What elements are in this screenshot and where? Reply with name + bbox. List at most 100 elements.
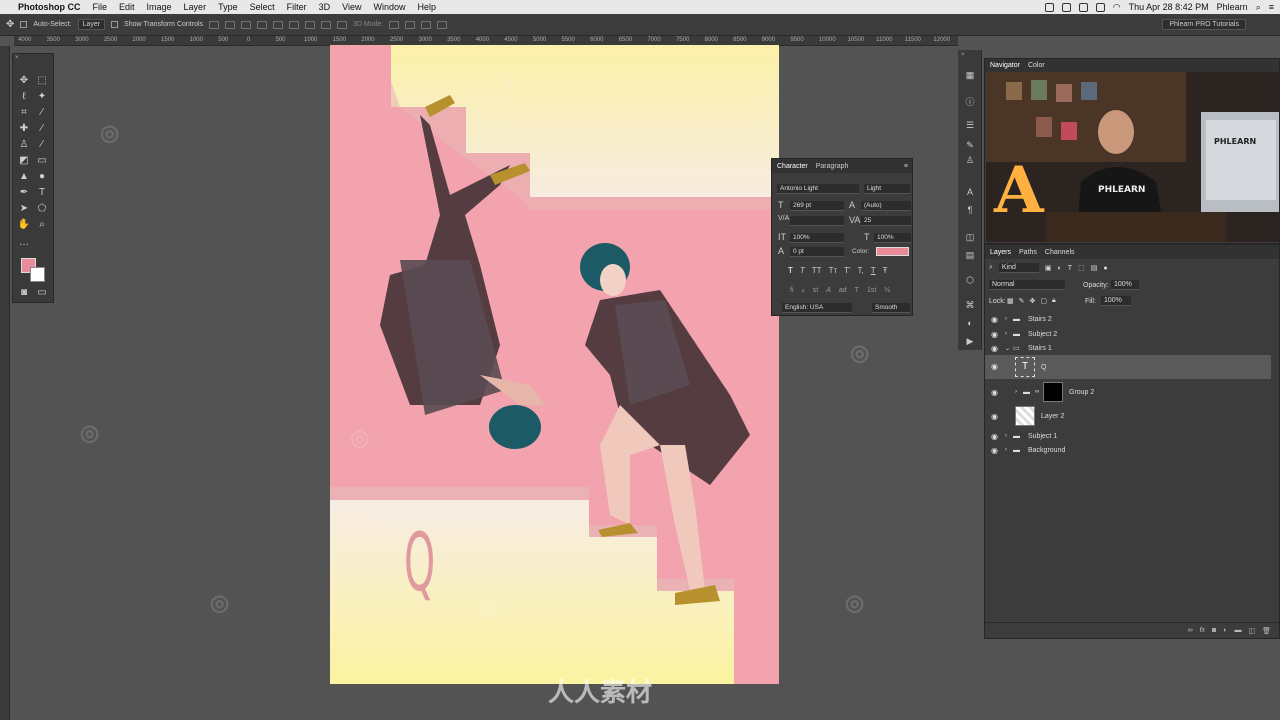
- visibility-eye-icon[interactable]: ◉: [991, 362, 1001, 371]
- distribute-icon[interactable]: [337, 20, 348, 29]
- close-icon[interactable]: ×: [15, 55, 19, 61]
- menu-layer[interactable]: Layer: [184, 2, 207, 12]
- menu-3d[interactable]: 3D: [319, 2, 331, 12]
- horizontal-scale-field[interactable]: 100%: [874, 233, 911, 243]
- stamp-tool-icon[interactable]: ♙: [17, 138, 31, 151]
- shape-tool-icon[interactable]: ⬠: [35, 202, 49, 215]
- tab-channels[interactable]: Channels: [1045, 249, 1075, 256]
- menu-select[interactable]: Select: [250, 2, 275, 12]
- healing-brush-icon[interactable]: ✚: [17, 122, 31, 135]
- layer-row[interactable]: ◉ › ▬ Subject 1: [985, 429, 1271, 443]
- lock-position-icon[interactable]: ✥: [1030, 297, 1036, 305]
- faux-bold-button[interactable]: T: [788, 266, 793, 275]
- mask-thumbnail[interactable]: [1043, 382, 1063, 402]
- adjustment-layer-icon[interactable]: ◐: [1223, 627, 1227, 634]
- tray-icon[interactable]: [1061, 2, 1071, 12]
- wifi-icon[interactable]: ◠: [1113, 2, 1121, 13]
- strikethrough-button[interactable]: Ŧ: [883, 266, 888, 275]
- distribute-icon[interactable]: [305, 20, 316, 29]
- align-middle-icon[interactable]: [225, 20, 236, 29]
- menu-help[interactable]: Help: [417, 2, 436, 12]
- all-caps-button[interactable]: TT: [812, 266, 822, 275]
- tab-paths[interactable]: Paths: [1019, 249, 1037, 256]
- layer-row[interactable]: ◉ › ▬ Background: [985, 443, 1271, 457]
- filter-shape-icon[interactable]: ⬚: [1078, 264, 1085, 272]
- 3d-pan-icon[interactable]: [421, 20, 432, 29]
- fractions-button[interactable]: ½: [884, 287, 890, 294]
- align-right-icon[interactable]: [289, 20, 300, 29]
- path-select-icon[interactable]: ➤: [17, 202, 31, 215]
- background-color-swatch[interactable]: [30, 267, 45, 282]
- actions-icon[interactable]: ▶: [963, 336, 977, 348]
- adjustments-icon[interactable]: ☰: [963, 120, 977, 132]
- delete-layer-icon[interactable]: 🗑︎: [1262, 627, 1271, 635]
- align-top-icon[interactable]: [209, 20, 220, 29]
- 3d-slide-icon[interactable]: [437, 20, 448, 29]
- tab-paragraph[interactable]: Paragraph: [816, 163, 849, 170]
- lasso-tool-icon[interactable]: ℓ: [17, 90, 31, 103]
- layers-panel-icon[interactable]: ◫: [963, 232, 977, 244]
- hand-tool-icon[interactable]: ✋: [17, 218, 31, 231]
- discretionary-ligatures-button[interactable]: st: [813, 287, 818, 294]
- show-transform-checkbox[interactable]: [111, 21, 119, 28]
- navigator-preview[interactable]: A PHLEARN PHLEARN: [986, 72, 1279, 242]
- filter-adjustment-icon[interactable]: ◐: [1058, 265, 1062, 272]
- ordinals-button[interactable]: 1st: [867, 287, 876, 294]
- paragraph-panel-icon[interactable]: ¶: [963, 205, 977, 217]
- layer-row[interactable]: ◉ Layer 2: [985, 405, 1271, 427]
- histogram-icon[interactable]: ▦: [963, 70, 977, 82]
- align-center-icon[interactable]: [273, 20, 284, 29]
- document-canvas[interactable]: Q ◎ ◎ ◎: [330, 45, 779, 684]
- tray-icon[interactable]: [1095, 2, 1105, 12]
- stylistic-alternates-button[interactable]: ad: [839, 287, 847, 294]
- tray-icon[interactable]: [1044, 2, 1054, 12]
- chevron-right-icon[interactable]: ›: [1005, 316, 1007, 322]
- visibility-eye-icon[interactable]: ◉: [991, 315, 1001, 324]
- superscript-button[interactable]: T': [844, 266, 850, 275]
- new-group-icon[interactable]: ▬: [1234, 627, 1241, 634]
- distribute-icon[interactable]: [321, 20, 332, 29]
- contextual-alternates-button[interactable]: ℴ: [802, 286, 805, 294]
- user-name[interactable]: Phlearn: [1217, 2, 1248, 12]
- list-icon[interactable]: ≡: [1269, 2, 1274, 12]
- chevron-right-icon[interactable]: ›: [1005, 433, 1007, 439]
- tab-character[interactable]: Character: [777, 163, 808, 170]
- workspace-dropdown[interactable]: Phlearn PRO Tutorials: [1162, 19, 1246, 30]
- filter-kind-dropdown[interactable]: Kind: [998, 263, 1039, 273]
- layer-row[interactable]: ◉ › ▬ Stairs 2: [985, 312, 1271, 326]
- lock-all-icon[interactable]: 🔒︎: [1052, 297, 1056, 305]
- ligatures-button[interactable]: fi: [790, 287, 794, 294]
- font-style-dropdown[interactable]: Light: [864, 184, 910, 194]
- magic-wand-icon[interactable]: ✦: [35, 90, 49, 103]
- blur-tool-icon[interactable]: ▲: [17, 170, 31, 183]
- font-family-dropdown[interactable]: Antonio Light: [777, 184, 859, 194]
- filter-type-icon[interactable]: T: [1068, 265, 1072, 272]
- visibility-eye-icon[interactable]: ◉: [991, 432, 1001, 441]
- clone-source-icon[interactable]: ♙: [963, 155, 977, 167]
- antialias-dropdown[interactable]: Smooth: [872, 303, 910, 313]
- filter-smart-icon[interactable]: ▤: [1091, 264, 1098, 272]
- chevron-right-icon[interactable]: ›: [1005, 331, 1007, 337]
- quick-mask-icon[interactable]: ◙: [17, 286, 31, 299]
- styles-icon[interactable]: ◐: [963, 318, 977, 330]
- link-layers-icon[interactable]: ∞: [1188, 627, 1193, 634]
- menu-window[interactable]: Window: [373, 2, 405, 12]
- lock-pixels-icon[interactable]: ✎: [1019, 297, 1025, 305]
- font-size-field[interactable]: 269 pt: [790, 201, 844, 211]
- visibility-eye-icon[interactable]: ◉: [991, 446, 1001, 455]
- visibility-eye-icon[interactable]: ◉: [991, 344, 1001, 353]
- visibility-eye-icon[interactable]: ◉: [991, 330, 1001, 339]
- align-left-icon[interactable]: [257, 20, 268, 29]
- visibility-eye-icon[interactable]: ◉: [991, 388, 1001, 397]
- menu-image[interactable]: Image: [147, 2, 172, 12]
- subscript-button[interactable]: T,: [858, 266, 864, 275]
- search-icon[interactable]: ⌕: [1256, 2, 1261, 13]
- layer-row[interactable]: ◉ ⌄ ▭ Stairs 1: [985, 341, 1271, 355]
- menu-filter[interactable]: Filter: [287, 2, 307, 12]
- menu-type[interactable]: Type: [218, 2, 238, 12]
- language-dropdown[interactable]: English: USA: [782, 303, 852, 313]
- fx-icon[interactable]: fx: [1200, 627, 1205, 634]
- type-tool-icon[interactable]: T: [35, 186, 49, 199]
- lock-artboard-icon[interactable]: ▢: [1040, 297, 1047, 305]
- move-tool-icon[interactable]: ✥: [6, 19, 14, 30]
